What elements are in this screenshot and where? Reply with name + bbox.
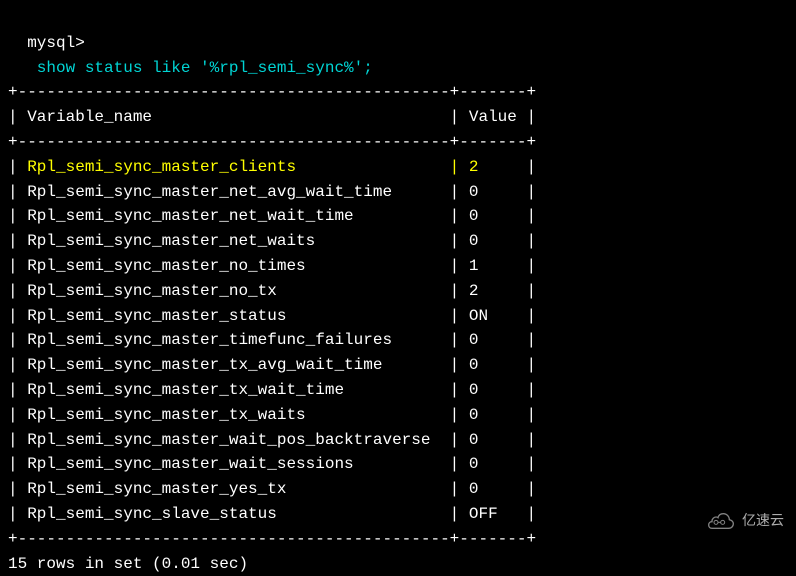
- variable-name-cell: Rpl_semi_sync_master_clients: [27, 158, 440, 176]
- cell-separator: |: [440, 158, 469, 176]
- table-row: | Rpl_semi_sync_master_clients | 2 |: [8, 155, 788, 180]
- cell-separator: |: [440, 183, 469, 201]
- table-row: | Rpl_semi_sync_master_net_avg_wait_time…: [8, 180, 788, 205]
- sql-command: show status like '%rpl_semi_sync%';: [27, 59, 373, 77]
- cell-separator: |: [440, 455, 469, 473]
- watermark-text: 亿速云: [742, 510, 784, 532]
- value-cell: 0: [469, 232, 517, 250]
- variable-name-cell: Rpl_semi_sync_master_wait_pos_backtraver…: [27, 431, 440, 449]
- cell-separator: |: [440, 282, 469, 300]
- table-body: | Rpl_semi_sync_master_clients | 2 || Rp…: [8, 155, 788, 527]
- value-cell: 2: [469, 158, 517, 176]
- variable-name-cell: Rpl_semi_sync_master_no_times: [27, 257, 440, 275]
- table-header-row: | Variable_name | Value |: [8, 105, 788, 130]
- cell-separator: |: [440, 406, 469, 424]
- cell-separator: |: [440, 431, 469, 449]
- table-row: | Rpl_semi_sync_master_net_waits | 0 |: [8, 229, 788, 254]
- variable-name-cell: Rpl_semi_sync_master_tx_waits: [27, 406, 440, 424]
- value-cell: ON: [469, 307, 517, 325]
- variable-name-cell: Rpl_semi_sync_master_tx_wait_time: [27, 381, 440, 399]
- variable-name-cell: Rpl_semi_sync_master_timefunc_failures: [27, 331, 440, 349]
- cell-separator: |: [440, 307, 469, 325]
- value-cell: OFF: [469, 505, 517, 523]
- watermark: 亿速云: [704, 510, 784, 532]
- cell-separator: |: [440, 257, 469, 275]
- cloud-icon: [704, 511, 736, 531]
- table-row: | Rpl_semi_sync_master_timefunc_failures…: [8, 328, 788, 353]
- cell-separator: |: [440, 331, 469, 349]
- table-row: | Rpl_semi_sync_master_no_tx | 2 |: [8, 279, 788, 304]
- cell-separator: |: [440, 356, 469, 374]
- command-line: mysql> show status like '%rpl_semi_sync%…: [8, 6, 788, 80]
- table-top-border: +---------------------------------------…: [8, 80, 788, 105]
- variable-name-cell: Rpl_semi_sync_master_no_tx: [27, 282, 440, 300]
- value-cell: 0: [469, 183, 517, 201]
- cell-separator: |: [440, 381, 469, 399]
- variable-name-cell: Rpl_semi_sync_master_net_waits: [27, 232, 440, 250]
- table-row: | Rpl_semi_sync_master_no_times | 1 |: [8, 254, 788, 279]
- table-row: | Rpl_semi_sync_slave_status | OFF |: [8, 502, 788, 527]
- mysql-prompt: mysql>: [27, 34, 85, 52]
- cell-separator: |: [440, 207, 469, 225]
- table-header-border: +---------------------------------------…: [8, 130, 788, 155]
- variable-name-cell: Rpl_semi_sync_master_tx_avg_wait_time: [27, 356, 440, 374]
- value-cell: 0: [469, 406, 517, 424]
- variable-name-cell: Rpl_semi_sync_master_yes_tx: [27, 480, 440, 498]
- value-cell: 0: [469, 431, 517, 449]
- value-cell: 0: [469, 480, 517, 498]
- table-row: | Rpl_semi_sync_master_wait_sessions | 0…: [8, 452, 788, 477]
- value-cell: 0: [469, 331, 517, 349]
- value-cell: 1: [469, 257, 517, 275]
- value-cell: 0: [469, 207, 517, 225]
- table-row: | Rpl_semi_sync_master_tx_waits | 0 |: [8, 403, 788, 428]
- cell-separator: |: [440, 505, 469, 523]
- variable-name-cell: Rpl_semi_sync_slave_status: [27, 505, 440, 523]
- table-row: | Rpl_semi_sync_master_yes_tx | 0 |: [8, 477, 788, 502]
- value-cell: 2: [469, 282, 517, 300]
- value-cell: 0: [469, 356, 517, 374]
- table-row: | Rpl_semi_sync_master_tx_avg_wait_time …: [8, 353, 788, 378]
- result-summary: 15 rows in set (0.01 sec): [8, 552, 788, 576]
- table-row: | Rpl_semi_sync_master_net_wait_time | 0…: [8, 204, 788, 229]
- value-cell: 0: [469, 381, 517, 399]
- table-row: | Rpl_semi_sync_master_wait_pos_backtrav…: [8, 428, 788, 453]
- cell-separator: |: [440, 480, 469, 498]
- table-bottom-border: +---------------------------------------…: [8, 527, 788, 552]
- table-row: | Rpl_semi_sync_master_tx_wait_time | 0 …: [8, 378, 788, 403]
- variable-name-cell: Rpl_semi_sync_master_wait_sessions: [27, 455, 440, 473]
- variable-name-cell: Rpl_semi_sync_master_status: [27, 307, 440, 325]
- table-row: | Rpl_semi_sync_master_status | ON |: [8, 304, 788, 329]
- variable-name-cell: Rpl_semi_sync_master_net_avg_wait_time: [27, 183, 440, 201]
- variable-name-cell: Rpl_semi_sync_master_net_wait_time: [27, 207, 440, 225]
- cell-separator: |: [440, 232, 469, 250]
- value-cell: 0: [469, 455, 517, 473]
